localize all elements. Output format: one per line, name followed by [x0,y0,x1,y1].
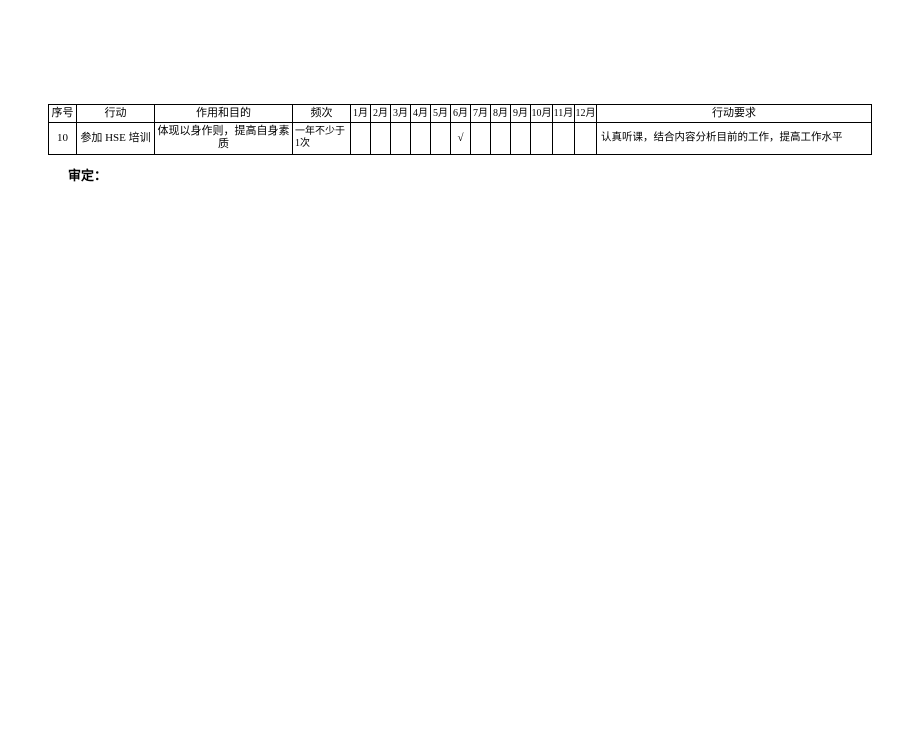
header-month-5: 5月 [431,105,451,123]
approval-label: 审定： [68,165,920,184]
header-month-11: 11月 [553,105,575,123]
cell-month-6: √ [451,123,471,154]
header-month-6: 6月 [451,105,471,123]
header-month-12: 12月 [575,105,597,123]
header-month-3: 3月 [391,105,411,123]
cell-action: 参加 HSE 培训 [77,123,155,154]
cell-month-9 [511,123,531,154]
header-month-9: 9月 [511,105,531,123]
table-container: 序号 行动 作用和目的 频次 1月 2月 3月 4月 5月 6月 7月 8月 9… [48,104,872,155]
cell-month-2 [371,123,391,154]
header-month-1: 1月 [351,105,371,123]
cell-month-7 [471,123,491,154]
cell-month-5 [431,123,451,154]
header-month-8: 8月 [491,105,511,123]
cell-month-11 [553,123,575,154]
cell-month-8 [491,123,511,154]
table-row: 10 参加 HSE 培训 体现以身作则，提高自身素质 一年不少于1次 √ 认真听… [49,123,872,154]
cell-month-1 [351,123,371,154]
header-requirement: 行动要求 [597,105,872,123]
header-seq: 序号 [49,105,77,123]
header-action: 行动 [77,105,155,123]
cell-purpose: 体现以身作则，提高自身素质 [155,123,293,154]
header-month-2: 2月 [371,105,391,123]
cell-month-3 [391,123,411,154]
cell-month-10 [531,123,553,154]
cell-frequency: 一年不少于1次 [293,123,351,154]
header-row: 序号 行动 作用和目的 频次 1月 2月 3月 4月 5月 6月 7月 8月 9… [49,105,872,123]
cell-requirement: 认真听课，结合内容分析目前的工作，提高工作水平 [597,123,872,154]
header-frequency: 频次 [293,105,351,123]
header-month-4: 4月 [411,105,431,123]
header-purpose: 作用和目的 [155,105,293,123]
cell-seq: 10 [49,123,77,154]
cell-month-4 [411,123,431,154]
cell-month-12 [575,123,597,154]
schedule-table: 序号 行动 作用和目的 频次 1月 2月 3月 4月 5月 6月 7月 8月 9… [48,104,872,155]
header-month-7: 7月 [471,105,491,123]
header-month-10: 10月 [531,105,553,123]
